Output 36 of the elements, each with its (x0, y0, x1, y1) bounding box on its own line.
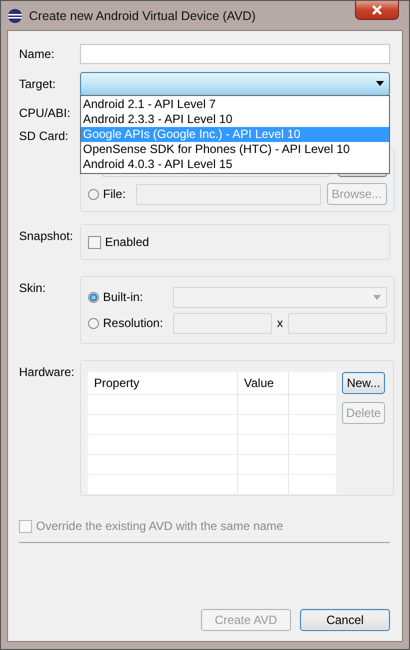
radio-label: Resolution: (103, 316, 164, 330)
caret-icon (373, 294, 381, 300)
window-title: Create new Android Virtual Device (AVD) (29, 8, 256, 22)
dropdown-option[interactable]: OpenSense SDK for Phones (HTC) - API Level 10 (81, 142, 389, 157)
close-button[interactable] (355, 1, 399, 20)
section-label: Skin: (19, 280, 47, 295)
target-dropdown[interactable] (80, 72, 390, 96)
section-label: Snapshot: (19, 228, 74, 243)
radio-label: Built-in: (103, 290, 144, 304)
name-field[interactable] (80, 44, 390, 64)
radio-button[interactable] (88, 188, 99, 200)
size-separator: x (276, 316, 284, 330)
caret-icon (376, 81, 384, 86)
close-icon (371, 5, 383, 15)
file-field[interactable] (136, 184, 321, 204)
cancel-button[interactable]: Cancel (300, 609, 390, 631)
field-label: Target: (19, 76, 57, 90)
width-field[interactable] (173, 312, 272, 334)
column-header[interactable]: Property (88, 372, 238, 394)
dropdown-option[interactable]: Android 2.3.3 - API Level 10 (81, 112, 389, 127)
checkbox-label: Enabled (105, 235, 150, 249)
new-button[interactable]: New... (342, 372, 385, 394)
height-field[interactable] (288, 312, 387, 334)
section-label: SD Card: (19, 128, 70, 143)
section-label: Hardware: (19, 364, 76, 379)
field-label: CPU/ABI: (19, 106, 72, 120)
radio-button[interactable] (88, 292, 99, 302)
dropdown-option[interactable]: Android 4.0.3 - API Level 15 (81, 157, 389, 172)
radio-label: File: (103, 187, 126, 201)
sphere-icon (7, 8, 23, 24)
column-header[interactable]: Value (238, 372, 289, 394)
checkbox-label: Override the existing AVD with the same name (36, 519, 284, 533)
checkbox[interactable] (88, 236, 101, 248)
field-label: Name: (19, 47, 56, 61)
dropdown-option[interactable]: Android 2.1 - API Level 7 (81, 97, 389, 112)
radio-button[interactable] (88, 318, 99, 328)
